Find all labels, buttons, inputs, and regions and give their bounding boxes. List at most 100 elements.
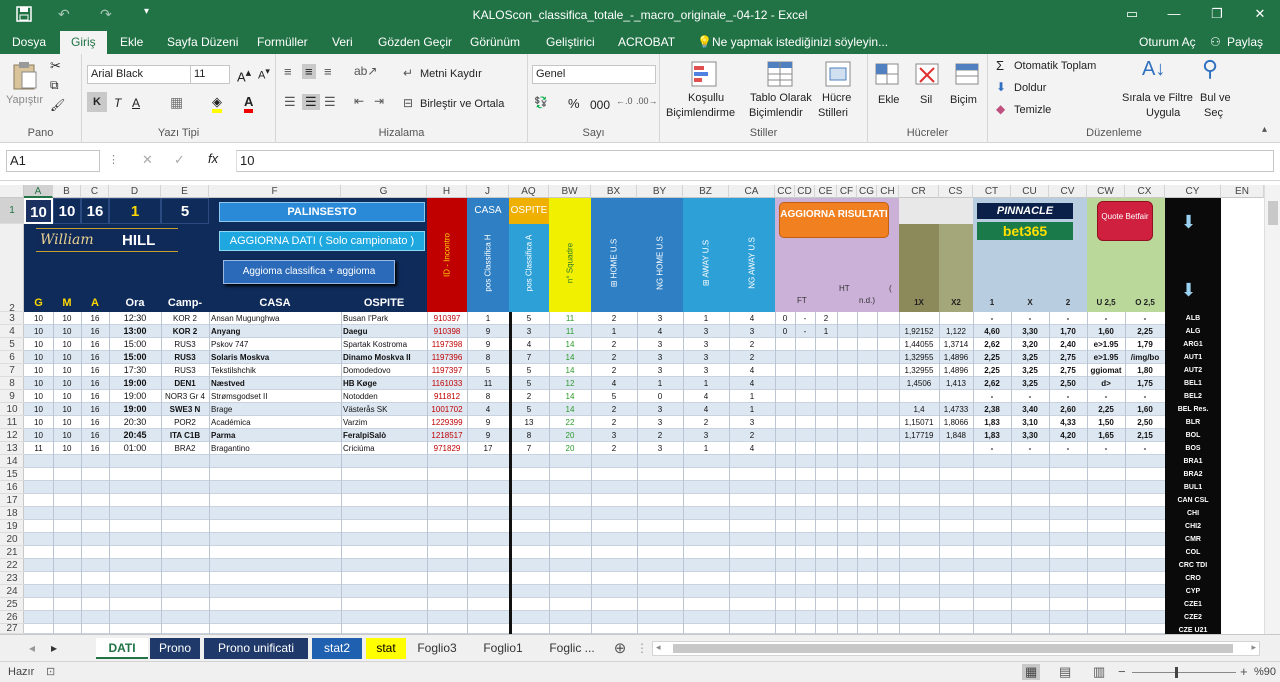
cell-bz[interactable]: 3 (683, 429, 729, 442)
cell-cr[interactable]: 1,32955 (899, 351, 939, 364)
cell-cu[interactable]: 3,40 (1011, 403, 1049, 416)
format-as-table-label1[interactable]: Tablo Olarak (750, 92, 812, 104)
cell-ospite[interactable]: Västerås SK (341, 403, 427, 416)
cell-cc[interactable] (775, 442, 795, 455)
palinsesto-button[interactable]: PALINSESTO (219, 202, 425, 222)
cell-ca[interactable]: 2 (729, 429, 775, 442)
share-button[interactable]: Paylaş (1227, 35, 1263, 49)
row-header[interactable]: 19 (0, 520, 24, 533)
cell-ospite[interactable]: FeralpiSalò (341, 429, 427, 442)
decrease-indent-icon[interactable]: ⇤ (354, 94, 364, 108)
cell-cv[interactable]: - (1049, 312, 1087, 325)
cell-a[interactable]: 16 (81, 325, 109, 338)
cell-a[interactable]: 16 (81, 351, 109, 364)
cell-ct[interactable]: 1,83 (973, 416, 1011, 429)
cell-by[interactable]: 3 (637, 364, 683, 377)
cell-cd[interactable] (795, 442, 815, 455)
cell-cr[interactable]: 1,32955 (899, 364, 939, 377)
column-header[interactable]: BX (591, 185, 637, 198)
cell-bx[interactable]: 1 (591, 325, 637, 338)
find-select-label1[interactable]: Bul ve (1200, 92, 1231, 104)
column-header[interactable]: AQ (509, 185, 549, 198)
cell-ca[interactable]: 1 (729, 403, 775, 416)
macro-record-icon[interactable]: ⊡ (46, 665, 55, 678)
cell-bz[interactable]: 4 (683, 390, 729, 403)
cell-a[interactable]: 16 (81, 403, 109, 416)
fill-button[interactable]: Doldur (1014, 82, 1046, 94)
cell-cr[interactable]: 1,92152 (899, 325, 939, 338)
cell-j[interactable]: 9 (467, 416, 509, 429)
row-header[interactable]: 7 (0, 364, 24, 377)
league-code[interactable]: BEL2 (1165, 390, 1221, 403)
cell-by[interactable]: 3 (637, 442, 683, 455)
cell-cu[interactable]: 3,30 (1011, 429, 1049, 442)
cell-bz[interactable]: 4 (683, 403, 729, 416)
cell-m[interactable]: 10 (53, 390, 81, 403)
cell-ce[interactable] (815, 442, 837, 455)
cell-g[interactable]: 10 (24, 390, 53, 403)
cell-cd[interactable] (795, 364, 815, 377)
cell-bz[interactable]: 2 (683, 416, 729, 429)
cell-cx[interactable]: 2,15 (1125, 429, 1165, 442)
cell-m[interactable]: 10 (53, 429, 81, 442)
close-icon[interactable]: ✕ (1250, 6, 1270, 22)
cell-by[interactable]: 0 (637, 390, 683, 403)
cell-bw[interactable]: 22 (549, 416, 591, 429)
cell-ospite[interactable]: HB Køge (341, 377, 427, 390)
column-header[interactable]: CH (877, 185, 899, 198)
row-header[interactable]: 24 (0, 585, 24, 598)
clear-icon[interactable]: ◆ (996, 102, 1005, 116)
cell-id[interactable]: 971829 (427, 442, 467, 455)
cell-j[interactable]: 8 (467, 351, 509, 364)
increase-decimal-icon[interactable]: ←.0 (616, 96, 633, 106)
cell-cr[interactable]: 1,15071 (899, 416, 939, 429)
cell-ora[interactable]: 12:30 (109, 312, 161, 325)
conditional-formatting-label2[interactable]: Biçimlendirme (666, 107, 735, 119)
tab-insert[interactable]: Ekle (120, 35, 143, 49)
league-code[interactable]: CZE1 (1165, 598, 1221, 611)
column-header[interactable]: CG (857, 185, 877, 198)
cell-cx[interactable]: - (1125, 312, 1165, 325)
column-header[interactable]: CA (729, 185, 775, 198)
cell-cd[interactable] (795, 403, 815, 416)
cell-by[interactable]: 2 (637, 429, 683, 442)
cell-ce[interactable] (815, 390, 837, 403)
row-header[interactable]: 4 (0, 325, 24, 338)
cell-cv[interactable]: 2,40 (1049, 338, 1087, 351)
column-header[interactable]: C (81, 185, 109, 198)
paste-icon[interactable] (12, 60, 38, 93)
sheet-tab[interactable]: DATI (96, 638, 148, 659)
cell-cx[interactable]: - (1125, 390, 1165, 403)
cell-casa[interactable]: Pskov 747 (209, 338, 341, 351)
find-select-icon[interactable]: ⚲ (1202, 56, 1218, 82)
row-header[interactable]: 3 (0, 312, 24, 325)
cell-camp[interactable]: SWE3 N (161, 403, 209, 416)
cell-bz[interactable]: 1 (683, 312, 729, 325)
cell-ct[interactable]: 2,25 (973, 364, 1011, 377)
column-header[interactable]: BY (637, 185, 683, 198)
cell-g[interactable]: 10 (24, 338, 53, 351)
column-header[interactable]: CY (1165, 185, 1221, 198)
cell-a[interactable]: 16 (81, 390, 109, 403)
cell-g[interactable]: 10 (24, 351, 53, 364)
zoom-slider[interactable] (1132, 672, 1236, 673)
zoom-level[interactable]: %90 (1254, 666, 1276, 678)
sort-filter-label2[interactable]: Uygula (1146, 107, 1180, 119)
column-header[interactable]: D (109, 185, 161, 198)
maximize-icon[interactable]: ❐ (1207, 6, 1227, 22)
grow-font-icon[interactable]: A▴ (237, 66, 251, 84)
cell-cu[interactable]: 3,30 (1011, 325, 1049, 338)
cell-by[interactable]: 3 (637, 403, 683, 416)
cell-cv[interactable]: - (1049, 390, 1087, 403)
align-left-icon[interactable]: ☰ (284, 94, 296, 110)
cell-cw[interactable]: 1,50 (1087, 416, 1125, 429)
orientation-icon[interactable]: ab↗ (354, 64, 377, 78)
cell-cs[interactable]: 1,4896 (939, 351, 973, 364)
cell-m[interactable]: 10 (53, 338, 81, 351)
row-header[interactable]: 5 (0, 338, 24, 351)
row-header[interactable]: 18 (0, 507, 24, 520)
cell-g[interactable]: 10 (24, 325, 53, 338)
font-color-icon[interactable]: A (244, 94, 254, 113)
cell-cu[interactable]: - (1011, 312, 1049, 325)
cell-id[interactable]: 1218517 (427, 429, 467, 442)
